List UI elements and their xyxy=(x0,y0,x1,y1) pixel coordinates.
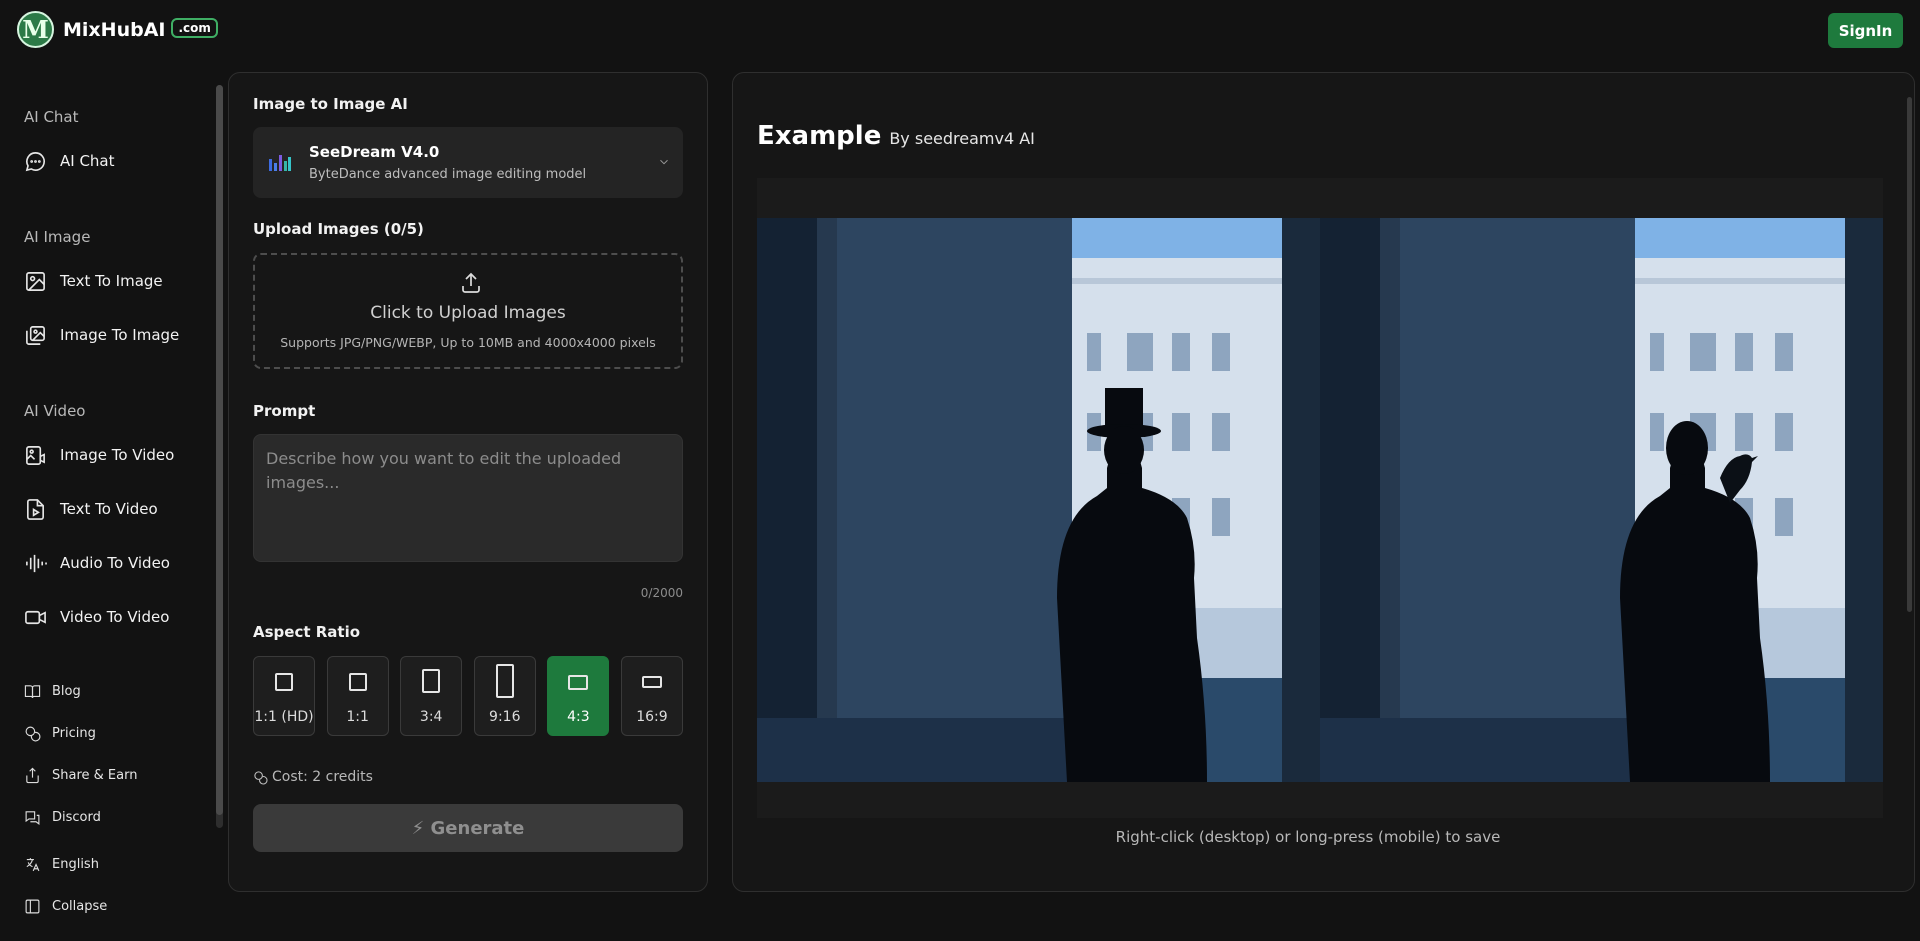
sidebar-item-label: Pricing xyxy=(52,725,96,741)
upload-icon xyxy=(462,272,480,293)
brand-name: MixHubAI xyxy=(63,18,166,41)
example-title: Example xyxy=(757,121,882,151)
save-hint: Right-click (desktop) or long-press (mob… xyxy=(1115,828,1501,846)
aspect-ratio-3-4[interactable]: 3:4 xyxy=(400,656,463,736)
sidebar-item-discord[interactable]: Discord xyxy=(24,806,101,828)
model-description: ByteDance advanced image editing model xyxy=(309,167,587,182)
collapse-sidebar-icon xyxy=(25,899,40,913)
image-icon xyxy=(26,271,45,291)
tall-portrait-shape-icon xyxy=(495,664,514,698)
sidebar-item-image-to-video[interactable]: Image To Video xyxy=(24,441,174,469)
top-header: M MixHubAI .com SignIn xyxy=(0,0,1920,60)
video-camera-icon xyxy=(25,610,46,624)
example-image[interactable] xyxy=(757,218,1883,782)
upload-label: Upload Images (0/5) xyxy=(253,220,424,238)
aspect-ratio-label-text: 16:9 xyxy=(636,709,668,725)
sidebar-item-video-to-video[interactable]: Video To Video xyxy=(24,603,169,631)
sidebar-item-label: Video To Video xyxy=(60,608,170,626)
logo[interactable]: M MixHubAI .com xyxy=(17,11,218,48)
language-selector[interactable]: English xyxy=(24,853,99,875)
example-after-image xyxy=(1320,218,1883,782)
collapse-sidebar-button[interactable]: Collapse xyxy=(24,895,107,917)
aspect-ratio-1-1-hd[interactable]: 1:1 (HD) xyxy=(253,656,315,736)
generate-button[interactable]: ⚡ Generate xyxy=(253,804,683,852)
square-shape-icon xyxy=(275,673,293,691)
aspect-ratio-1-1[interactable]: 1:1 xyxy=(326,656,389,736)
sidebar-item-label: Image To Image xyxy=(60,326,180,344)
aspect-ratio-label: Aspect Ratio xyxy=(253,623,361,641)
sidebar-item-label: Text To Image xyxy=(60,272,163,290)
sidebar-item-blog[interactable]: Blog xyxy=(24,680,81,702)
aspect-ratio-label-text: 3:4 xyxy=(419,709,443,725)
logo-mark-icon: M xyxy=(17,11,54,48)
aspect-ratio-label-text: 4:3 xyxy=(567,709,590,725)
prompt-input[interactable] xyxy=(253,434,683,562)
sidebar-item-label: Discord xyxy=(52,809,101,825)
sidebar-item-share-earn[interactable]: Share & Earn xyxy=(24,764,137,786)
collapse-label: Collapse xyxy=(52,898,108,914)
chat-bubble-icon xyxy=(25,151,45,171)
prompt-char-counter: 0/2000 xyxy=(640,586,683,600)
translate-icon xyxy=(26,857,40,871)
coins-icon xyxy=(25,726,41,741)
sidebar-section-ai-video: AI Video xyxy=(24,402,86,420)
sidebar-item-audio-to-video[interactable]: Audio To Video xyxy=(24,549,170,577)
model-name: SeeDream V4.0 xyxy=(309,143,440,161)
upload-subtitle: Supports JPG/PNG/WEBP, Up to 10MB and 40… xyxy=(280,335,656,350)
example-panel: Example By seedreamv4 AI Right-click (de… xyxy=(732,72,1915,892)
sidebar-item-label: Share & Earn xyxy=(52,767,138,783)
brand-badge: .com xyxy=(171,17,218,38)
sidebar-item-text-to-video[interactable]: Text To Video xyxy=(24,495,158,523)
sidebar-section-ai-image: AI Image xyxy=(24,228,91,246)
aspect-ratio-4-3[interactable]: 4:3 xyxy=(547,656,610,736)
aspect-ratio-label-text: 1:1 xyxy=(346,709,369,725)
aspect-ratio-options: 1:1 (HD) 1:1 3:4 9:16 4:3 16:9 xyxy=(253,656,683,736)
square-shape-icon xyxy=(348,673,367,691)
sidebar-scrollbar-thumb[interactable] xyxy=(216,85,223,815)
sidebar-item-image-to-image[interactable]: Image To Image xyxy=(24,321,179,349)
file-video-icon xyxy=(27,498,44,520)
prompt-label: Prompt xyxy=(253,402,316,420)
sidebar-item-text-to-image[interactable]: Text To Image xyxy=(24,267,163,295)
model-dropdown[interactable]: SeeDream V4.0 ByteDance advanced image e… xyxy=(253,127,683,198)
sidebar-item-label: Audio To Video xyxy=(60,554,170,572)
sidebar-item-ai-chat[interactable]: AI Chat xyxy=(24,147,115,175)
landscape-shape-icon xyxy=(568,675,589,690)
example-header: Example By seedreamv4 AI xyxy=(757,121,1035,151)
sidebar-item-label: Blog xyxy=(52,683,81,699)
book-icon xyxy=(24,684,41,698)
sidebar: AI Chat AI Chat AI Image Text To Image I… xyxy=(0,85,223,914)
sidebar-item-label: Image To Video xyxy=(60,446,175,464)
cost-text: Cost: 2 credits xyxy=(272,769,373,785)
example-before-image xyxy=(757,218,1320,782)
image-video-icon xyxy=(26,445,45,465)
example-scrollbar[interactable] xyxy=(1907,97,1912,612)
aspect-ratio-16-9[interactable]: 16:9 xyxy=(620,656,683,736)
upload-title: Click to Upload Images xyxy=(370,303,566,323)
share-icon xyxy=(26,767,39,783)
form-title: Image to Image AI xyxy=(253,95,408,113)
discord-icon xyxy=(25,810,40,825)
portrait-shape-icon xyxy=(422,669,441,693)
language-label: English xyxy=(52,856,99,872)
sidebar-section-ai-chat: AI Chat xyxy=(24,108,79,126)
aspect-ratio-9-16[interactable]: 9:16 xyxy=(473,656,536,736)
signin-button[interactable]: SignIn xyxy=(1828,13,1903,48)
example-byline: By seedreamv4 AI xyxy=(889,129,1035,148)
sidebar-item-label: Text To Video xyxy=(60,500,158,518)
coins-icon xyxy=(254,770,268,785)
upload-dropzone[interactable]: Click to Upload Images Supports JPG/PNG/… xyxy=(253,253,683,369)
model-bars-icon xyxy=(269,155,291,171)
sidebar-item-label: AI Chat xyxy=(60,152,115,170)
audio-wave-icon xyxy=(26,554,47,572)
sidebar-item-pricing[interactable]: Pricing xyxy=(24,722,96,744)
wide-landscape-shape-icon xyxy=(641,676,662,688)
images-icon xyxy=(26,325,45,345)
chevron-down-icon xyxy=(660,159,668,165)
example-image-container xyxy=(757,178,1883,818)
aspect-ratio-label-text: 1:1 (HD) xyxy=(254,709,314,725)
cost-info: Cost: 2 credits xyxy=(253,769,373,785)
aspect-ratio-label-text: 9:16 xyxy=(489,709,521,725)
generation-form-panel: Image to Image AI SeeDream V4.0 ByteDanc… xyxy=(228,72,708,892)
